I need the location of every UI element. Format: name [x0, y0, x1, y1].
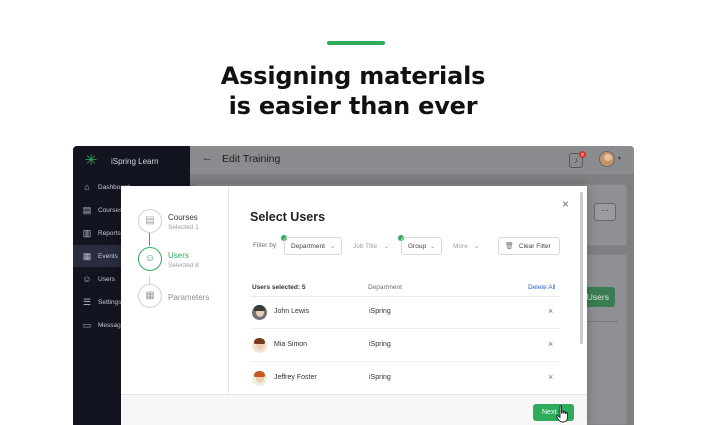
brand[interactable]: ✳ iSpring Learn [83, 153, 159, 169]
sidebar-item-label: Settings [98, 298, 122, 306]
users-selected-count: Users selected: 5 [252, 284, 306, 291]
filter-more[interactable]: More ⌄ [447, 237, 485, 255]
avatar [252, 338, 267, 353]
avatar[interactable] [599, 151, 615, 167]
chevron-down-icon: ⌄ [383, 243, 389, 250]
chevron-down-icon: ⌄ [430, 243, 436, 250]
delete-all-link[interactable]: Delete All [528, 284, 555, 291]
chevron-down-icon: ⌄ [473, 243, 479, 250]
chevron-down-icon: ⌄ [329, 243, 335, 250]
wizard-steps: ▤ Courses Selected 1 ☺ Users Selected 8 … [121, 186, 229, 425]
remove-user-icon[interactable]: × [548, 339, 553, 349]
calendar-icon[interactable]: ▦ [138, 284, 162, 308]
department-column-header: Department [368, 284, 402, 291]
close-icon[interactable]: × [562, 197, 569, 211]
sidebar-item-label: Events [98, 252, 118, 260]
page-title: Edit Training [222, 153, 281, 165]
users-icon: ☺ [82, 274, 92, 284]
user-name: Mia Simon [274, 341, 308, 348]
avatar [252, 305, 267, 320]
user-department: iSpring [369, 308, 391, 315]
filter-group-label: Group [408, 242, 427, 250]
accent-bar [327, 41, 385, 45]
table-row: Jeffrey Foster iSpring × [250, 363, 560, 395]
user-name: Jeffrey Foster [274, 374, 317, 381]
headline-line-1: Assigning materials [220, 62, 486, 90]
filter-more-label: More [453, 242, 468, 250]
sidebar-item-label: Courses [98, 206, 123, 214]
avatar [252, 371, 267, 386]
table-row: John Lewis iSpring × [250, 297, 560, 329]
top-bar: ← Edit Training ♪ 8 ▾ [190, 146, 634, 174]
clear-filter-button[interactable]: 🗑 Clear Filter [498, 237, 560, 255]
user-department: iSpring [369, 341, 391, 348]
sidebar-item-label: Reports [98, 229, 121, 237]
reports-icon: ▥ [82, 227, 92, 238]
user-department: iSpring [369, 374, 391, 381]
sliders-icon: ☰ [82, 296, 92, 307]
scrollbar[interactable] [580, 192, 583, 344]
modal-title: Select Users [250, 210, 326, 224]
step-courses-subtitle: Selected 1 [168, 224, 199, 231]
filter-department[interactable]: Department ⌄ [284, 237, 342, 255]
ispring-logo-icon: ✳ [84, 152, 98, 169]
user-name: John Lewis [274, 308, 310, 315]
users-icon[interactable]: ☺ [138, 247, 162, 271]
notification-badge: 8 [579, 151, 586, 158]
filter-group[interactable]: Group ⌄ [401, 237, 442, 255]
modal-footer: Next [121, 394, 587, 425]
step-connector [149, 233, 150, 246]
select-users-modal: ▤ Courses Selected 1 ☺ Users Selected 8 … [121, 186, 587, 425]
remove-user-icon[interactable]: × [548, 306, 553, 316]
step-parameters-title[interactable]: Parameters [168, 293, 209, 302]
step-users-subtitle: Selected 8 [168, 262, 199, 269]
courses-icon: ▤ [82, 204, 92, 215]
sidebar-item-label: Users [98, 275, 115, 283]
filter-job-title[interactable]: Job Title ⌄ [347, 237, 395, 255]
message-icon: ▭ [82, 319, 92, 330]
document-icon[interactable]: ▤ [138, 209, 162, 233]
home-icon: ⌂ [84, 182, 90, 192]
back-arrow-icon[interactable]: ← [202, 152, 213, 164]
more-button[interactable]: ··· [594, 203, 616, 221]
trash-icon: 🗑 [505, 243, 514, 250]
headline: Assigning materials is easier than ever [0, 61, 706, 121]
headline-line-2: is easier than ever [228, 92, 478, 120]
calendar-icon: ▦ [82, 250, 92, 261]
chevron-down-icon[interactable]: ▾ [618, 155, 621, 162]
filter-job-title-label: Job Title [353, 242, 378, 250]
hand-cursor-icon [556, 405, 568, 423]
remove-user-icon[interactable]: × [548, 372, 553, 382]
clear-filter-label: Clear Filter [518, 242, 551, 250]
brand-name: iSpring Learn [111, 156, 159, 166]
step-courses-title[interactable]: Courses [168, 213, 198, 222]
step-users-title[interactable]: Users [168, 251, 189, 260]
table-row: Mia Simon iSpring × [250, 330, 560, 362]
filter-label: Filter by: [253, 242, 278, 249]
filter-department-label: Department [291, 242, 325, 250]
